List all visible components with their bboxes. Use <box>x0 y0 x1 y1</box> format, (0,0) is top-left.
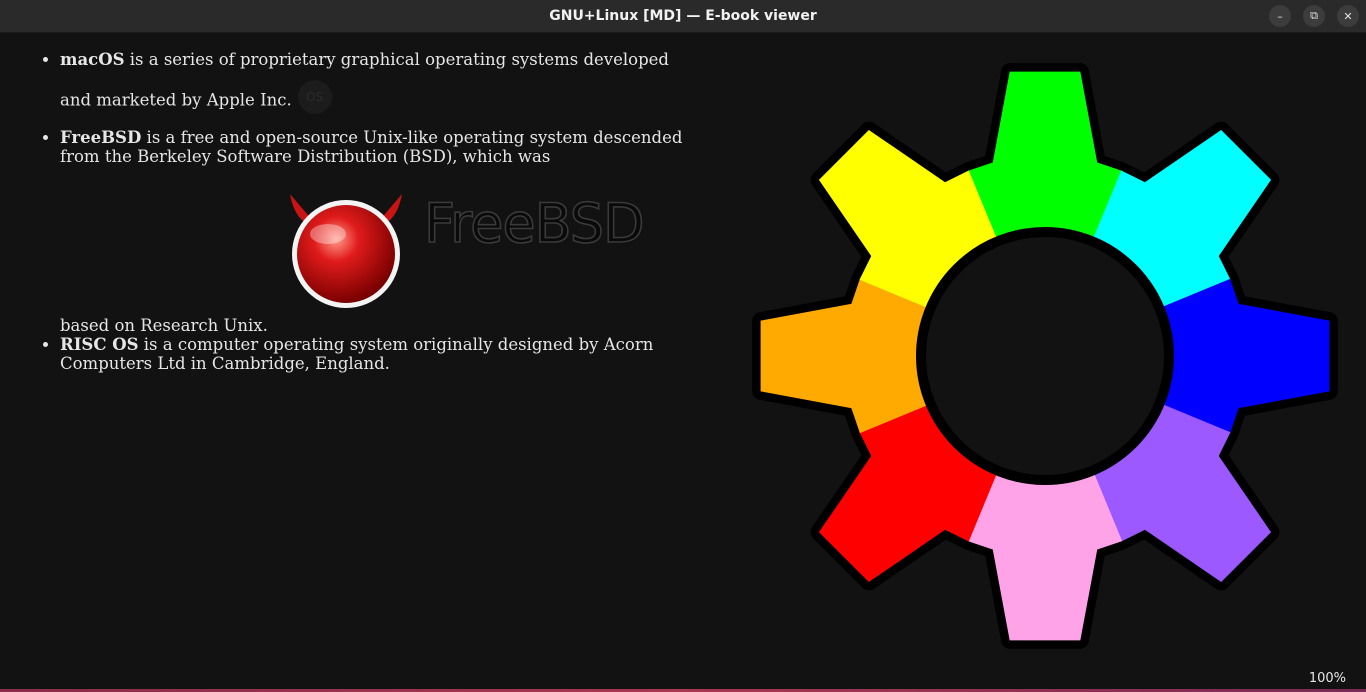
window-title: GNU+Linux [MD] — E-book viewer <box>549 8 817 24</box>
list-item-macos: macOS is a series of proprietary graphic… <box>60 50 700 128</box>
window-titlebar: GNU+Linux [MD] — E-book viewer – ⧉ ✕ <box>0 0 1366 33</box>
freebsd-logo-word: FreeBSD <box>423 192 645 255</box>
riscos-gear-logo <box>752 63 1338 649</box>
freebsd-text-after: based on Research Unix. <box>60 316 268 335</box>
minimize-icon[interactable]: – <box>1269 5 1291 27</box>
freebsd-daemon-icon <box>290 194 402 308</box>
freebsd-text: is a free and open-source Unix-like oper… <box>60 128 683 166</box>
freebsd-logo: FreeBSD <box>284 186 645 310</box>
list-item-riscos: RISC OS is a computer operating system o… <box>60 335 700 373</box>
ebook-page[interactable]: macOS is a series of proprietary graphic… <box>0 33 1366 692</box>
riscos-text: is a computer operating system originall… <box>60 335 654 373</box>
close-icon[interactable]: ✕ <box>1337 5 1359 27</box>
macos-logo-icon: OS <box>297 80 332 114</box>
macos-text-line1: is a series of proprietary graphical ope… <box>124 50 669 69</box>
gear-hub <box>916 227 1174 485</box>
macos-name: macOS <box>60 50 125 69</box>
zoom-level[interactable]: 100% <box>1309 671 1346 686</box>
macos-text-line2: and marketed by Apple Inc. <box>60 90 292 110</box>
restore-icon[interactable]: ⧉ <box>1303 5 1325 27</box>
freebsd-name: FreeBSD <box>60 128 142 147</box>
os-list: macOS is a series of proprietary graphic… <box>28 50 700 373</box>
list-item-freebsd: FreeBSD is a free and open-source Unix-l… <box>60 128 700 335</box>
riscos-name: RISC OS <box>60 335 139 354</box>
